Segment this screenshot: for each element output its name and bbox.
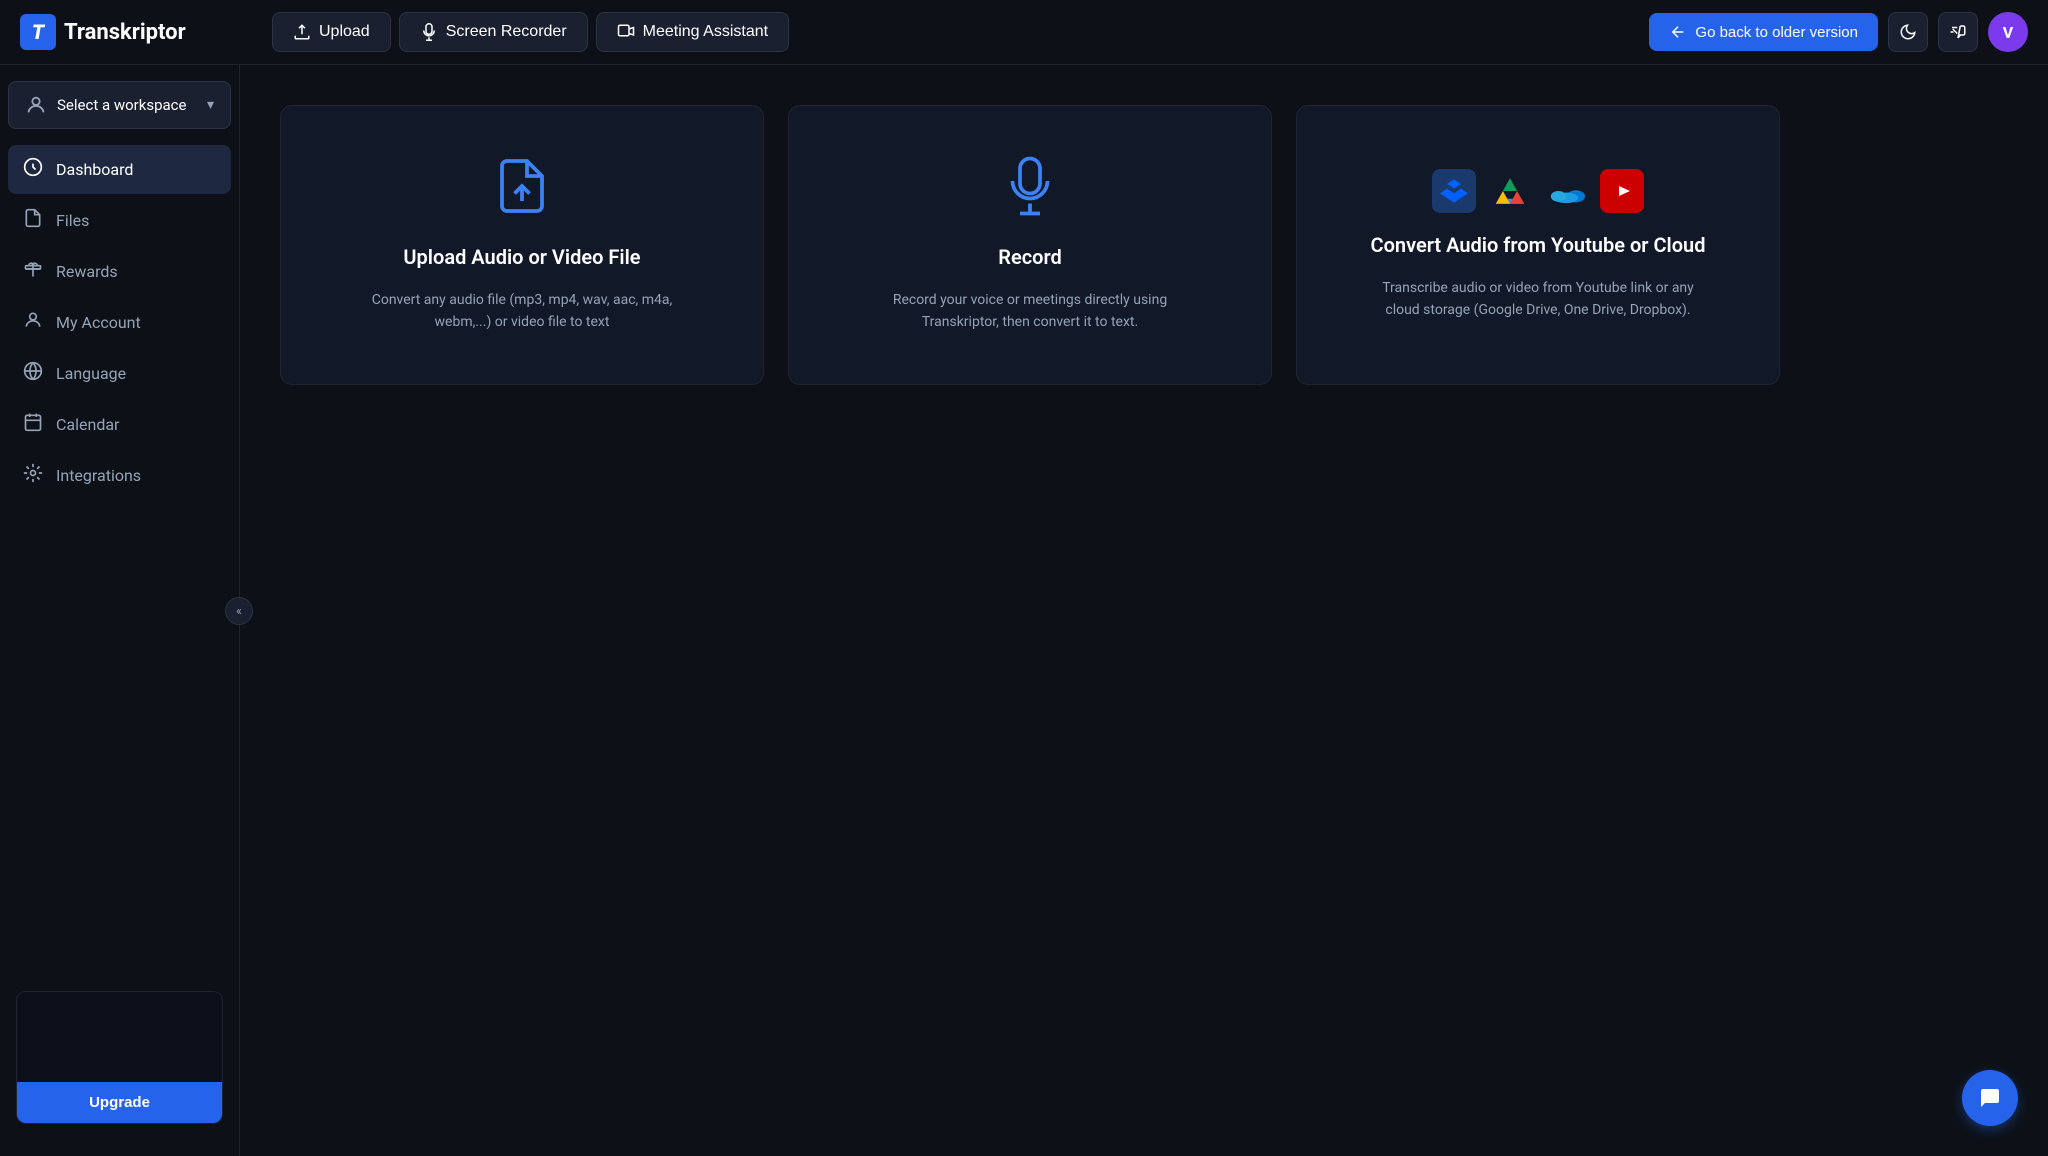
mic-nav-icon <box>420 23 438 41</box>
nav-buttons: Upload Screen Recorder Meeting Assistant <box>272 12 1637 52</box>
logo-text: Transkriptor <box>64 20 186 45</box>
sidebar-item-dashboard[interactable]: Dashboard <box>8 145 231 194</box>
theme-toggle-button[interactable] <box>1888 12 1928 52</box>
record-card-desc: Record your voice or meetings directly u… <box>870 289 1190 334</box>
sidebar-collapse-button[interactable]: « <box>225 597 253 625</box>
sidebar-bottom: Upgrade <box>0 975 239 1140</box>
cloud-card-title: Convert Audio from Youtube or Cloud <box>1371 233 1706 257</box>
header-actions: Go back to older version V <box>1649 12 2028 52</box>
header: T Transkriptor Upload Screen Recorder Me… <box>0 0 2048 65</box>
files-icon <box>22 208 44 233</box>
meeting-nav-icon <box>617 23 635 41</box>
user-avatar[interactable]: V <box>1988 12 2028 52</box>
translate-icon <box>1949 23 1967 41</box>
upload-button[interactable]: Upload <box>272 12 391 52</box>
sidebar-item-calendar[interactable]: Calendar <box>8 400 231 449</box>
cloud-card-icons <box>1432 169 1644 213</box>
chevron-down-icon: ▾ <box>207 97 214 113</box>
cards-grid: Upload Audio or Video File Convert any a… <box>280 105 1780 385</box>
logo: T Transkriptor <box>20 14 260 50</box>
sidebar-item-label: Calendar <box>56 415 119 434</box>
cloud-card[interactable]: Convert Audio from Youtube or Cloud Tran… <box>1296 105 1780 385</box>
screen-recorder-button[interactable]: Screen Recorder <box>399 12 588 52</box>
integrations-icon <box>22 463 44 488</box>
record-card-title: Record <box>998 245 1062 269</box>
record-card[interactable]: Record Record your voice or meetings dir… <box>788 105 1272 385</box>
sidebar-item-label: Files <box>56 211 89 230</box>
sidebar-item-integrations[interactable]: Integrations <box>8 451 231 500</box>
logo-icon: T <box>20 14 56 50</box>
chat-icon <box>1978 1086 2002 1110</box>
workspace-label: Select a workspace <box>57 96 186 114</box>
language-sidebar-icon <box>22 361 44 386</box>
dropbox-icon <box>1432 169 1476 213</box>
sidebar-item-label: My Account <box>56 313 141 332</box>
go-back-button[interactable]: Go back to older version <box>1649 13 1878 51</box>
record-card-icon <box>1000 156 1060 225</box>
upgrade-button[interactable]: Upgrade <box>17 1082 222 1123</box>
moon-icon <box>1899 23 1917 41</box>
workspace-person-icon <box>25 94 47 116</box>
sidebar-item-label: Language <box>56 364 126 383</box>
upload-card-desc: Convert any audio file (mp3, mp4, wav, a… <box>362 289 682 334</box>
upload-card-icon <box>492 156 552 225</box>
upgrade-preview <box>17 992 222 1082</box>
account-icon <box>22 310 44 335</box>
google-drive-icon <box>1488 169 1532 213</box>
sidebar-item-language[interactable]: Language <box>8 349 231 398</box>
sidebar: Select a workspace ▾ Dashboard <box>0 65 240 1156</box>
chat-button[interactable] <box>1962 1070 2018 1126</box>
onedrive-icon <box>1544 169 1588 213</box>
content-area: Upload Audio or Video File Convert any a… <box>240 65 2048 1156</box>
upload-card-title: Upload Audio or Video File <box>403 245 640 269</box>
sidebar-item-label: Integrations <box>56 466 141 485</box>
language-button[interactable] <box>1938 12 1978 52</box>
sidebar-item-rewards[interactable]: Rewards <box>8 247 231 296</box>
sidebar-nav: Dashboard Files <box>0 145 239 500</box>
upload-card[interactable]: Upload Audio or Video File Convert any a… <box>280 105 764 385</box>
go-back-icon <box>1669 23 1687 41</box>
main-layout: Select a workspace ▾ Dashboard <box>0 65 2048 1156</box>
sidebar-item-files[interactable]: Files <box>8 196 231 245</box>
upload-nav-icon <box>293 23 311 41</box>
sidebar-item-label: Dashboard <box>56 160 133 179</box>
dashboard-icon <box>22 157 44 182</box>
meeting-assistant-button[interactable]: Meeting Assistant <box>596 12 789 52</box>
sidebar-item-label: Rewards <box>56 262 118 281</box>
upgrade-card: Upgrade <box>16 991 223 1124</box>
cloud-card-desc: Transcribe audio or video from Youtube l… <box>1378 277 1698 322</box>
rewards-icon <box>22 259 44 284</box>
calendar-icon <box>22 412 44 437</box>
workspace-selector[interactable]: Select a workspace ▾ <box>8 81 231 129</box>
sidebar-item-my-account[interactable]: My Account <box>8 298 231 347</box>
youtube-icon <box>1600 169 1644 213</box>
